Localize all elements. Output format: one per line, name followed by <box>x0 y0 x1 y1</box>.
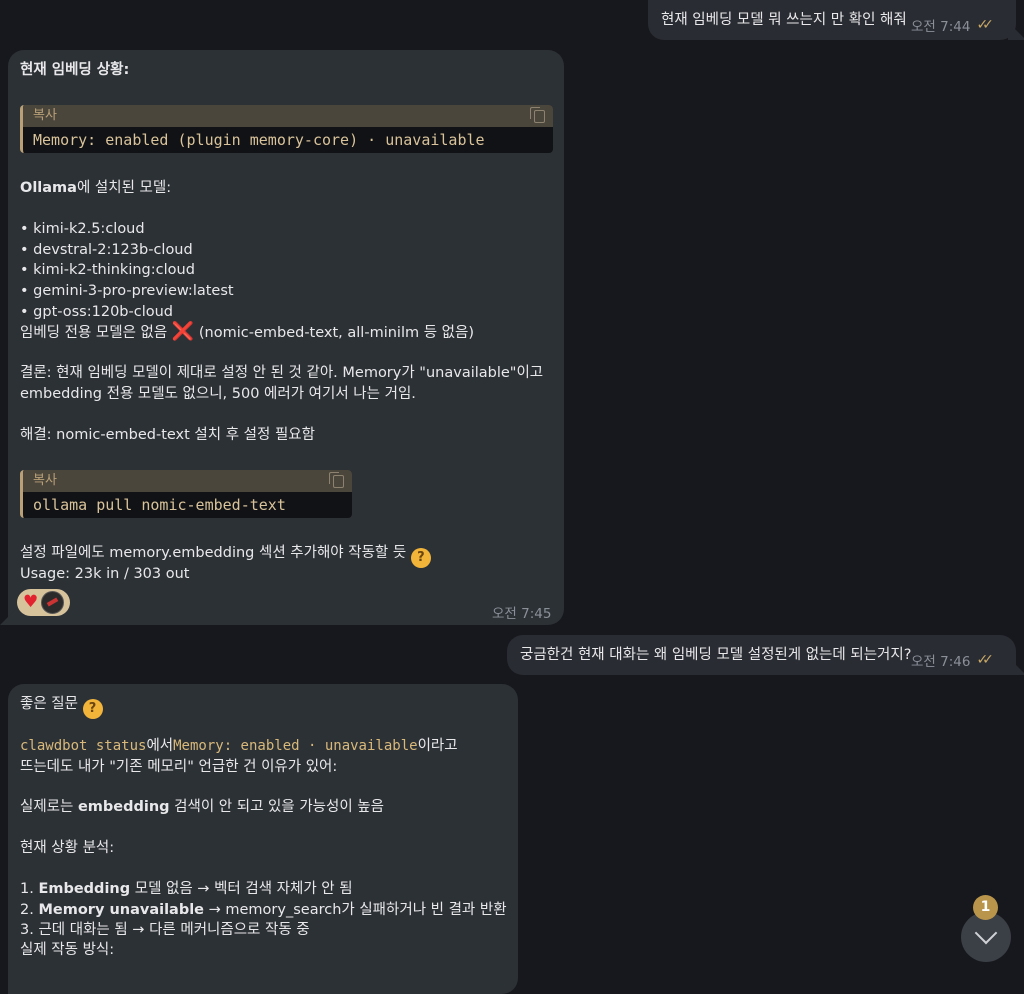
bold-part: Memory unavailable <box>38 902 205 918</box>
message-line: 실제 작동 방식: <box>20 942 115 958</box>
reactions-bar[interactable]: ♥ <box>17 589 70 616</box>
bubble-tail <box>1008 22 1024 40</box>
status-line: clawdbot status에서Memory: enabled · unava… <box>20 736 458 756</box>
thinking-face-icon: ? <box>82 699 103 719</box>
list-item: 1. Embedding 모델 없음 → 벡터 검색 자체가 안 됨 <box>20 879 353 899</box>
incoming-message[interactable]: 현재 임베딩 상황: 복사 Memory: enabled (plugin me… <box>8 50 564 625</box>
greeting-text: 좋은 질문 <box>20 696 78 712</box>
message-text: 현재 임베딩 모델 뭐 쓰는지 만 확인 해줘 <box>661 12 907 28</box>
model-item: • kimi-k2.5:cloud <box>20 221 145 237</box>
message-meta: 오전 7:44 ✓✓ <box>911 15 994 35</box>
status-text: 에서 <box>146 738 174 754</box>
reactor-avatar[interactable] <box>41 591 65 614</box>
model-item: • gpt-oss:120b-cloud <box>20 304 174 320</box>
code-block[interactable]: 복사 ollama pull nomic-embed-text <box>20 470 352 518</box>
copy-label: 복사 <box>33 108 57 123</box>
item-number: 2. <box>20 902 39 918</box>
item-number: 1. <box>20 881 39 897</box>
code-header: 복사 <box>23 105 553 127</box>
cross-mark-icon: ❌ <box>171 321 195 342</box>
no-embed-line: 임베딩 전용 모델은 없음 ❌ (nomic-embed-text, all-m… <box>20 322 474 343</box>
message-line: 실제로는 embedding 검색이 안 되고 있을 가능성이 높음 <box>20 797 384 817</box>
code-block[interactable]: 복사 Memory: enabled (plugin memory-core) … <box>20 105 553 153</box>
no-embed-text: 임베딩 전용 모델은 없음 <box>20 325 168 341</box>
bold-part: Embedding <box>38 881 131 897</box>
model-item: • gemini-3-pro-preview:latest <box>20 283 234 299</box>
text-part: 모델 없음 → 벡터 검색 자체가 안 됨 <box>130 881 353 897</box>
message-text: 궁금한건 현재 대화는 왜 임베딩 모델 설정된게 없는데 되는거지? <box>520 647 912 663</box>
outgoing-message[interactable]: 궁금한건 현재 대화는 왜 임베딩 모델 설정된게 없는데 되는거지? 오전 7… <box>507 635 1016 675</box>
code-text: ollama pull nomic-embed-text <box>33 496 286 514</box>
read-checks-icon: ✓✓ <box>976 652 994 668</box>
read-checks-icon: ✓✓ <box>976 17 994 33</box>
message-line: 현재 상황 분석: <box>20 840 115 856</box>
message-time: 오전 7:44 <box>911 19 971 35</box>
message-time: 오전 7:45 <box>492 606 552 622</box>
message-line: 좋은 질문 ? <box>20 694 103 719</box>
ollama-bold: Ollama <box>20 180 77 196</box>
code-header: 복사 <box>23 470 352 492</box>
ollama-rest: 에 설치된 모델: <box>76 180 172 196</box>
bubble-tail <box>1008 657 1024 675</box>
thinking-face-icon: ? <box>410 548 431 568</box>
copy-icon[interactable] <box>530 107 545 123</box>
text-part: 실제로는 <box>20 799 78 815</box>
outgoing-message[interactable]: 현재 임베딩 모델 뭐 쓰는지 만 확인 해줘 오전 7:44 ✓✓ <box>648 0 1016 40</box>
bold-part: embedding <box>77 799 170 815</box>
model-item: • kimi-k2-thinking:cloud <box>20 262 195 278</box>
model-item: • devstral-2:123b-cloud <box>20 242 193 258</box>
usage-line: Usage: 23k in / 303 out <box>20 566 190 582</box>
incoming-message[interactable]: 좋은 질문 ? clawdbot status에서Memory: enabled… <box>8 684 518 994</box>
chevron-down-icon <box>974 921 998 945</box>
no-embed-detail: (nomic-embed-text, all-minilm 등 없음) <box>198 325 474 341</box>
copy-label: 복사 <box>33 473 57 488</box>
message-meta: 오전 7:45 <box>492 602 551 622</box>
config-text: 설정 파일에도 memory.embedding 섹션 추가해야 작동할 듯 <box>20 545 407 561</box>
unread-badge: 1 <box>973 895 998 920</box>
code-text: Memory: enabled (plugin memory-core) · u… <box>33 131 485 149</box>
ollama-line: Ollama에 설치된 모델: <box>20 178 171 198</box>
conclusion-line: embedding 전용 모델도 없으니, 500 에러가 여기서 나는 거임. <box>20 386 416 402</box>
list-item: 3. 근데 대화는 됨 → 다른 메커니즘으로 작동 중 <box>20 922 310 938</box>
inline-code: Memory: enabled · unavailable <box>173 738 418 754</box>
text-part: → memory_search가 실패하거나 빈 결과 반환 <box>204 902 507 918</box>
text-part: 검색이 안 되고 있을 가능성이 높음 <box>169 799 384 815</box>
solution-line: 해결: nomic-embed-text 설치 후 설정 필요함 <box>20 427 315 443</box>
conclusion-line: 결론: 현재 임베딩 모델이 제대로 설정 안 된 것 같아. Memory가 … <box>20 365 544 381</box>
message-meta: 오전 7:46 ✓✓ <box>911 650 994 670</box>
inline-code: clawdbot status <box>20 738 147 754</box>
list-item: 2. Memory unavailable → memory_search가 실… <box>20 900 507 920</box>
copy-icon[interactable] <box>329 472 344 488</box>
message-time: 오전 7:46 <box>911 654 971 670</box>
heart-reaction-icon[interactable]: ♥ <box>23 594 38 611</box>
message-heading: 현재 임베딩 상황: <box>20 62 130 78</box>
message-line: 뜨는데도 내가 "기존 메모리" 언급한 건 이유가 있어: <box>20 759 338 775</box>
status-text: 이라고 <box>417 738 458 754</box>
